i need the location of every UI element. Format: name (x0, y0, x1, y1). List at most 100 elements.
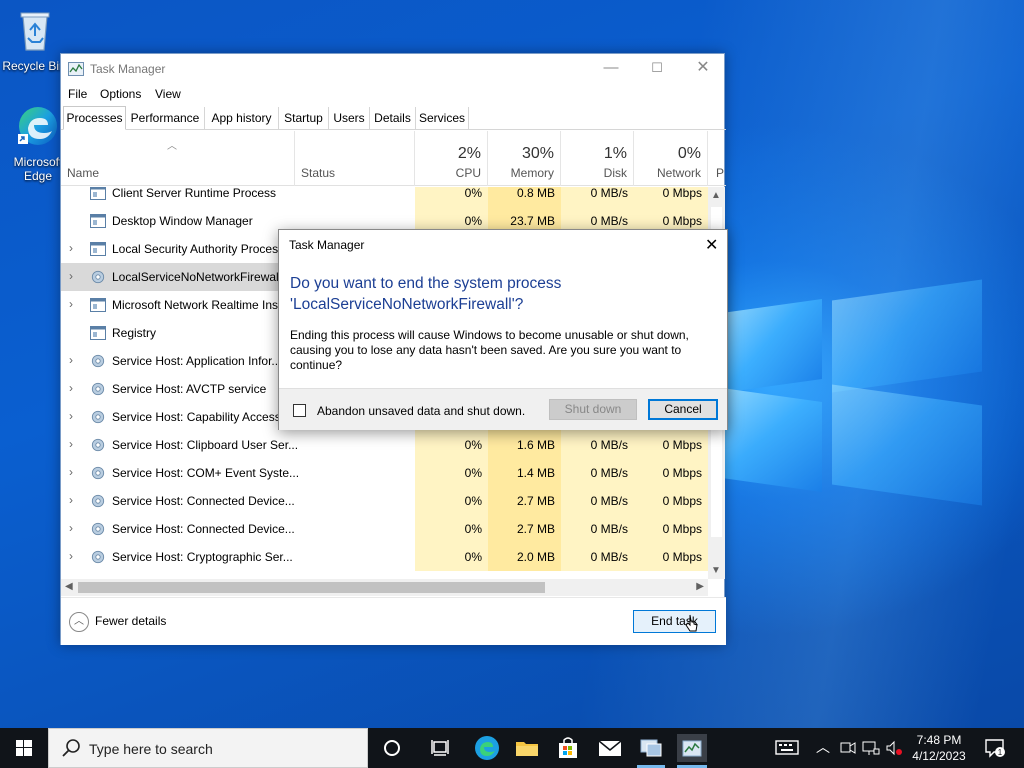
tab-performance[interactable]: Performance (126, 107, 205, 130)
expand-chevron-icon[interactable]: › (69, 437, 73, 451)
dialog-close-button[interactable]: ✕ (705, 235, 718, 255)
volume-muted-icon[interactable] (885, 739, 903, 757)
column-header-name[interactable]: Name (61, 131, 295, 186)
tab-users[interactable]: Users (329, 107, 370, 130)
process-row[interactable]: › Service Host: COM+ Event Syste... 0% 1.4 … (61, 459, 708, 487)
wallpaper-logo-pane (722, 387, 822, 493)
process-disk: 0 MB/s (561, 431, 634, 459)
column-header-cpu[interactable]: 2% CPU (415, 131, 488, 186)
scrollbar-thumb[interactable] (78, 582, 545, 593)
gear-icon (91, 410, 105, 424)
search-icon (62, 739, 80, 757)
cortana-icon[interactable] (378, 734, 406, 762)
expand-chevron-icon[interactable]: › (69, 381, 73, 395)
store-icon[interactable] (554, 734, 582, 762)
tab-services[interactable]: Services (416, 107, 469, 130)
expand-chevron-icon[interactable]: › (69, 353, 73, 367)
horizontal-scrollbar[interactable]: ◀ ▶ (61, 579, 708, 596)
taskbar-search-box[interactable]: Type here to search (48, 728, 368, 768)
process-memory: 1.6 MB (488, 431, 561, 459)
task-manager-taskbar-icon[interactable] (677, 734, 707, 762)
process-cpu: 0% (415, 543, 488, 571)
expand-chevron-icon[interactable]: › (69, 493, 73, 507)
minimize-button[interactable]: — (588, 54, 634, 84)
process-row[interactable]: › Service Host: Connected Device... 0% 2.7 … (61, 515, 708, 543)
process-memory: 2.7 MB (488, 515, 561, 543)
tab-app-history[interactable]: App history (205, 107, 279, 130)
process-memory: 1.4 MB (488, 459, 561, 487)
start-button[interactable] (0, 728, 48, 768)
window-app-icon (90, 326, 106, 340)
network-icon[interactable] (862, 739, 880, 757)
window-app-icon (90, 242, 106, 256)
expand-chevron-icon[interactable]: › (69, 521, 73, 535)
close-button[interactable]: ✕ (680, 54, 726, 84)
clock-time: 7:48 PM (916, 733, 962, 747)
process-cpu: 0% (415, 459, 488, 487)
menu-file[interactable]: File (68, 87, 87, 101)
wallpaper-logo-pane (832, 384, 982, 506)
scroll-right-icon[interactable]: ▶ (696, 581, 704, 592)
chevron-up-circle-icon[interactable]: ︿ (69, 612, 89, 632)
confirm-dialog: Task Manager ✕ Do you want to end the sy… (278, 229, 728, 430)
expand-chevron-icon[interactable]: › (69, 465, 73, 479)
process-row[interactable]: Client Server Runtime Process 0% 0.8 MB 0 M… (61, 187, 708, 207)
column-header-network[interactable]: 0% Network (634, 131, 708, 186)
column-headers: ︿ Name Status 2% CPU 30% Memory 1% Disk … (61, 131, 726, 186)
clock[interactable]: 7:48 PM 4/12/2023 (906, 732, 972, 764)
abandon-data-label[interactable]: Abandon unsaved data and shut down. (317, 404, 525, 418)
process-name: Service Host: Connected Device... (112, 494, 295, 508)
column-header-power[interactable]: P (708, 131, 726, 186)
edge-icon (18, 107, 57, 145)
process-row[interactable]: › Service Host: Cryptographic Ser... 0% 2.0… (61, 543, 708, 571)
process-name: Service Host: Clipboard User Ser... (112, 438, 299, 452)
keyboard-icon[interactable] (775, 739, 799, 757)
shut-down-button[interactable]: Shut down (549, 399, 637, 420)
column-header-memory[interactable]: 30% Memory (488, 131, 561, 186)
cancel-button[interactable]: Cancel (648, 399, 718, 420)
tab-processes[interactable]: Processes (63, 106, 126, 130)
maximize-button[interactable]: ☐ (634, 54, 680, 84)
end-task-button[interactable]: End task (633, 610, 716, 633)
clock-date: 4/12/2023 (912, 749, 966, 763)
windows-logo-icon (16, 740, 32, 756)
expand-chevron-icon[interactable]: › (69, 241, 73, 255)
chevron-up-icon[interactable]: ︿ (816, 737, 830, 757)
process-cpu: 0% (415, 487, 488, 515)
scroll-left-icon[interactable]: ◀ (65, 581, 73, 592)
notifications-icon[interactable]: 1 (984, 738, 1006, 758)
task-view-icon[interactable] (426, 734, 454, 762)
expand-chevron-icon[interactable]: › (69, 549, 73, 563)
search-placeholder: Type here to search (89, 741, 213, 757)
column-header-disk[interactable]: 1% Disk (561, 131, 634, 186)
process-network: 0 Mbps (634, 515, 708, 543)
process-disk: 0 MB/s (561, 187, 634, 207)
menu-view[interactable]: View (155, 87, 181, 101)
meet-now-icon[interactable] (840, 739, 856, 757)
expand-chevron-icon[interactable]: › (69, 297, 73, 311)
process-cpu: 0% (415, 187, 488, 207)
process-name: Client Server Runtime Process (112, 187, 277, 200)
mail-icon[interactable] (596, 734, 624, 762)
expand-chevron-icon[interactable]: › (69, 269, 73, 283)
gear-icon (91, 550, 105, 564)
network-app-icon[interactable] (637, 734, 665, 762)
scroll-up-icon[interactable]: ▲ (711, 190, 721, 201)
process-row[interactable]: › Service Host: Clipboard User Ser... 0% 1.… (61, 431, 708, 459)
column-header-status[interactable]: Status (295, 131, 415, 186)
gear-icon (91, 494, 105, 508)
edge-taskbar-icon[interactable] (473, 734, 501, 762)
menu-options[interactable]: Options (100, 87, 141, 101)
process-row[interactable]: › Service Host: Connected Device... 0% 2.7 … (61, 487, 708, 515)
window-title: Task Manager (90, 62, 166, 76)
file-explorer-icon[interactable] (513, 734, 541, 762)
tab-startup[interactable]: Startup (279, 107, 329, 130)
tab-details[interactable]: Details (370, 107, 416, 130)
scroll-down-icon[interactable]: ▼ (711, 565, 721, 576)
abandon-data-checkbox[interactable] (293, 404, 306, 417)
process-network: 0 Mbps (634, 459, 708, 487)
fewer-details-link[interactable]: Fewer details (95, 614, 166, 628)
gear-icon (91, 438, 105, 452)
expand-chevron-icon[interactable]: › (69, 409, 73, 423)
title-bar[interactable]: Task Manager — ☐ ✕ (61, 54, 724, 84)
